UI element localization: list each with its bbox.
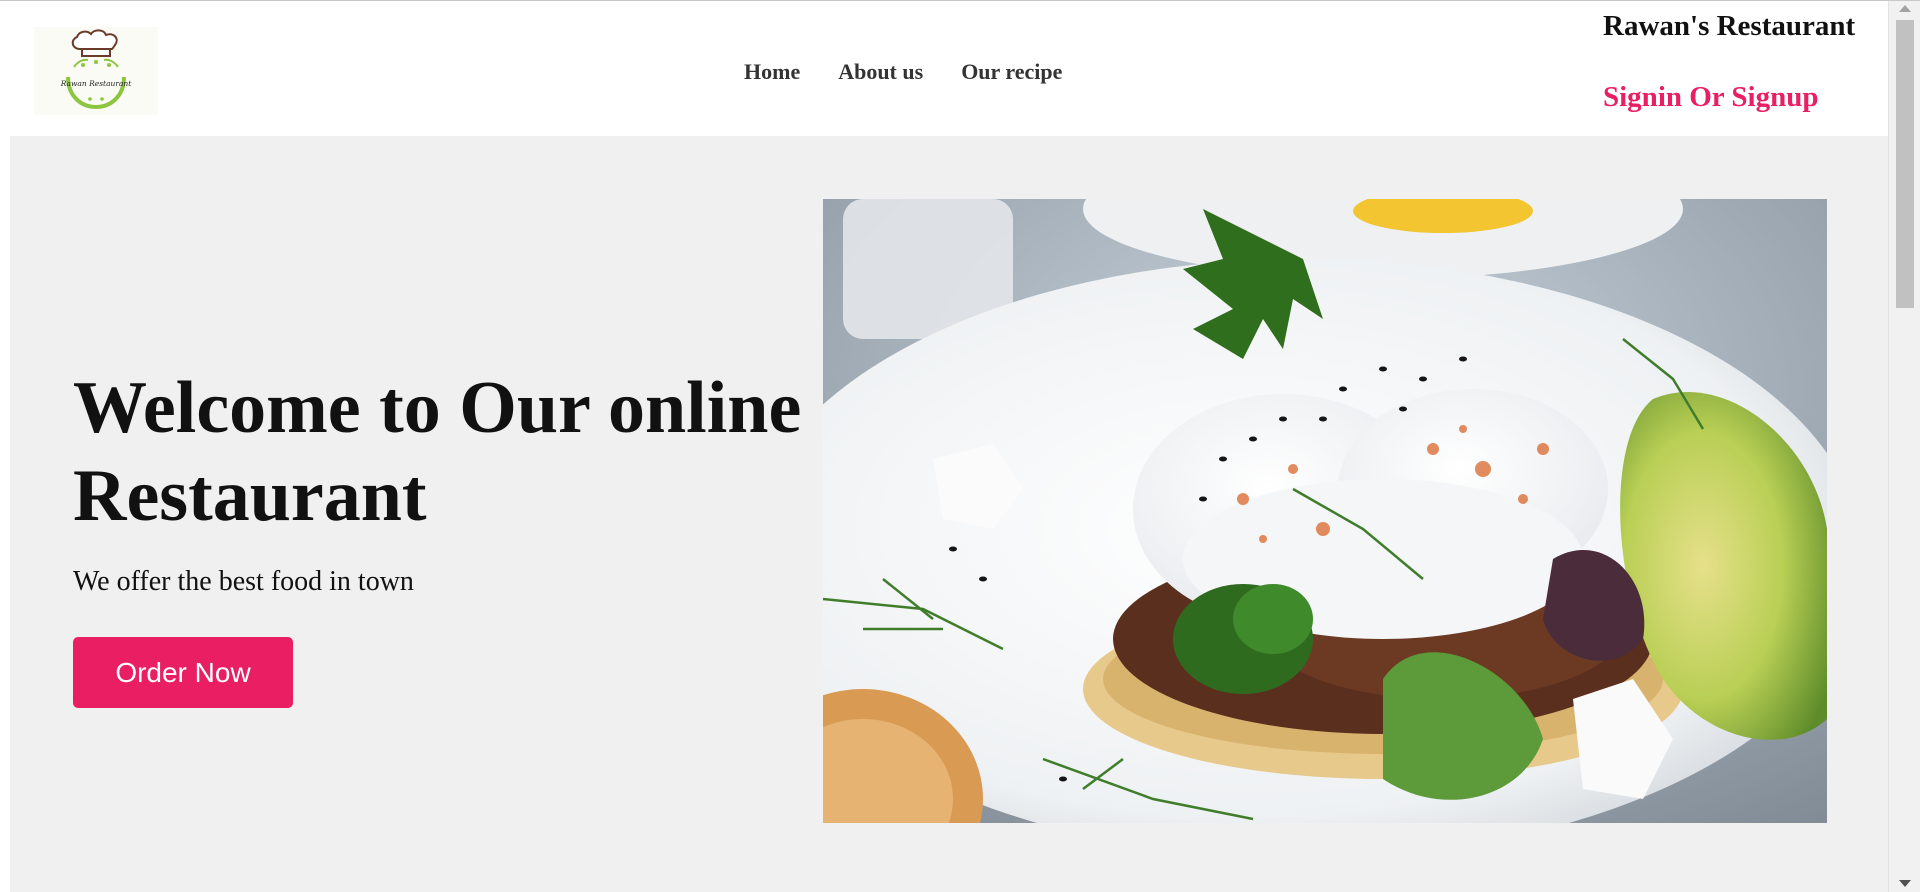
hero-subtitle: We offer the best food in town xyxy=(73,566,414,597)
page: Rawan Restaurant Home About us Our recip… xyxy=(10,1,1888,892)
scroll-down-arrow-icon[interactable] xyxy=(1899,880,1911,887)
hero-food-image xyxy=(823,199,1827,823)
hero-title: Welcome to Our online Restaurant xyxy=(73,367,802,537)
signin-signup-link[interactable]: Signin Or Signup xyxy=(1603,81,1818,114)
nav-about-us[interactable]: About us xyxy=(838,59,923,85)
nav-our-recipe[interactable]: Our recipe xyxy=(961,59,1062,85)
scroll-thumb[interactable] xyxy=(1896,20,1914,308)
site-header: Rawan Restaurant Home About us Our recip… xyxy=(10,1,1888,136)
brand-name: Rawan's Restaurant xyxy=(1603,10,1856,42)
main-nav: Home About us Our recipe xyxy=(744,59,1062,85)
food-photo-illustration xyxy=(823,199,1827,823)
nav-home[interactable]: Home xyxy=(744,59,800,85)
vertical-scrollbar[interactable] xyxy=(1888,1,1920,892)
restaurant-logo[interactable]: Rawan Restaurant xyxy=(34,27,158,115)
logo-text: Rawan Restaurant xyxy=(60,79,132,88)
scroll-up-arrow-icon[interactable] xyxy=(1899,5,1911,12)
order-now-button[interactable]: Order Now xyxy=(73,637,293,708)
chef-hat-logo-icon xyxy=(66,29,126,110)
